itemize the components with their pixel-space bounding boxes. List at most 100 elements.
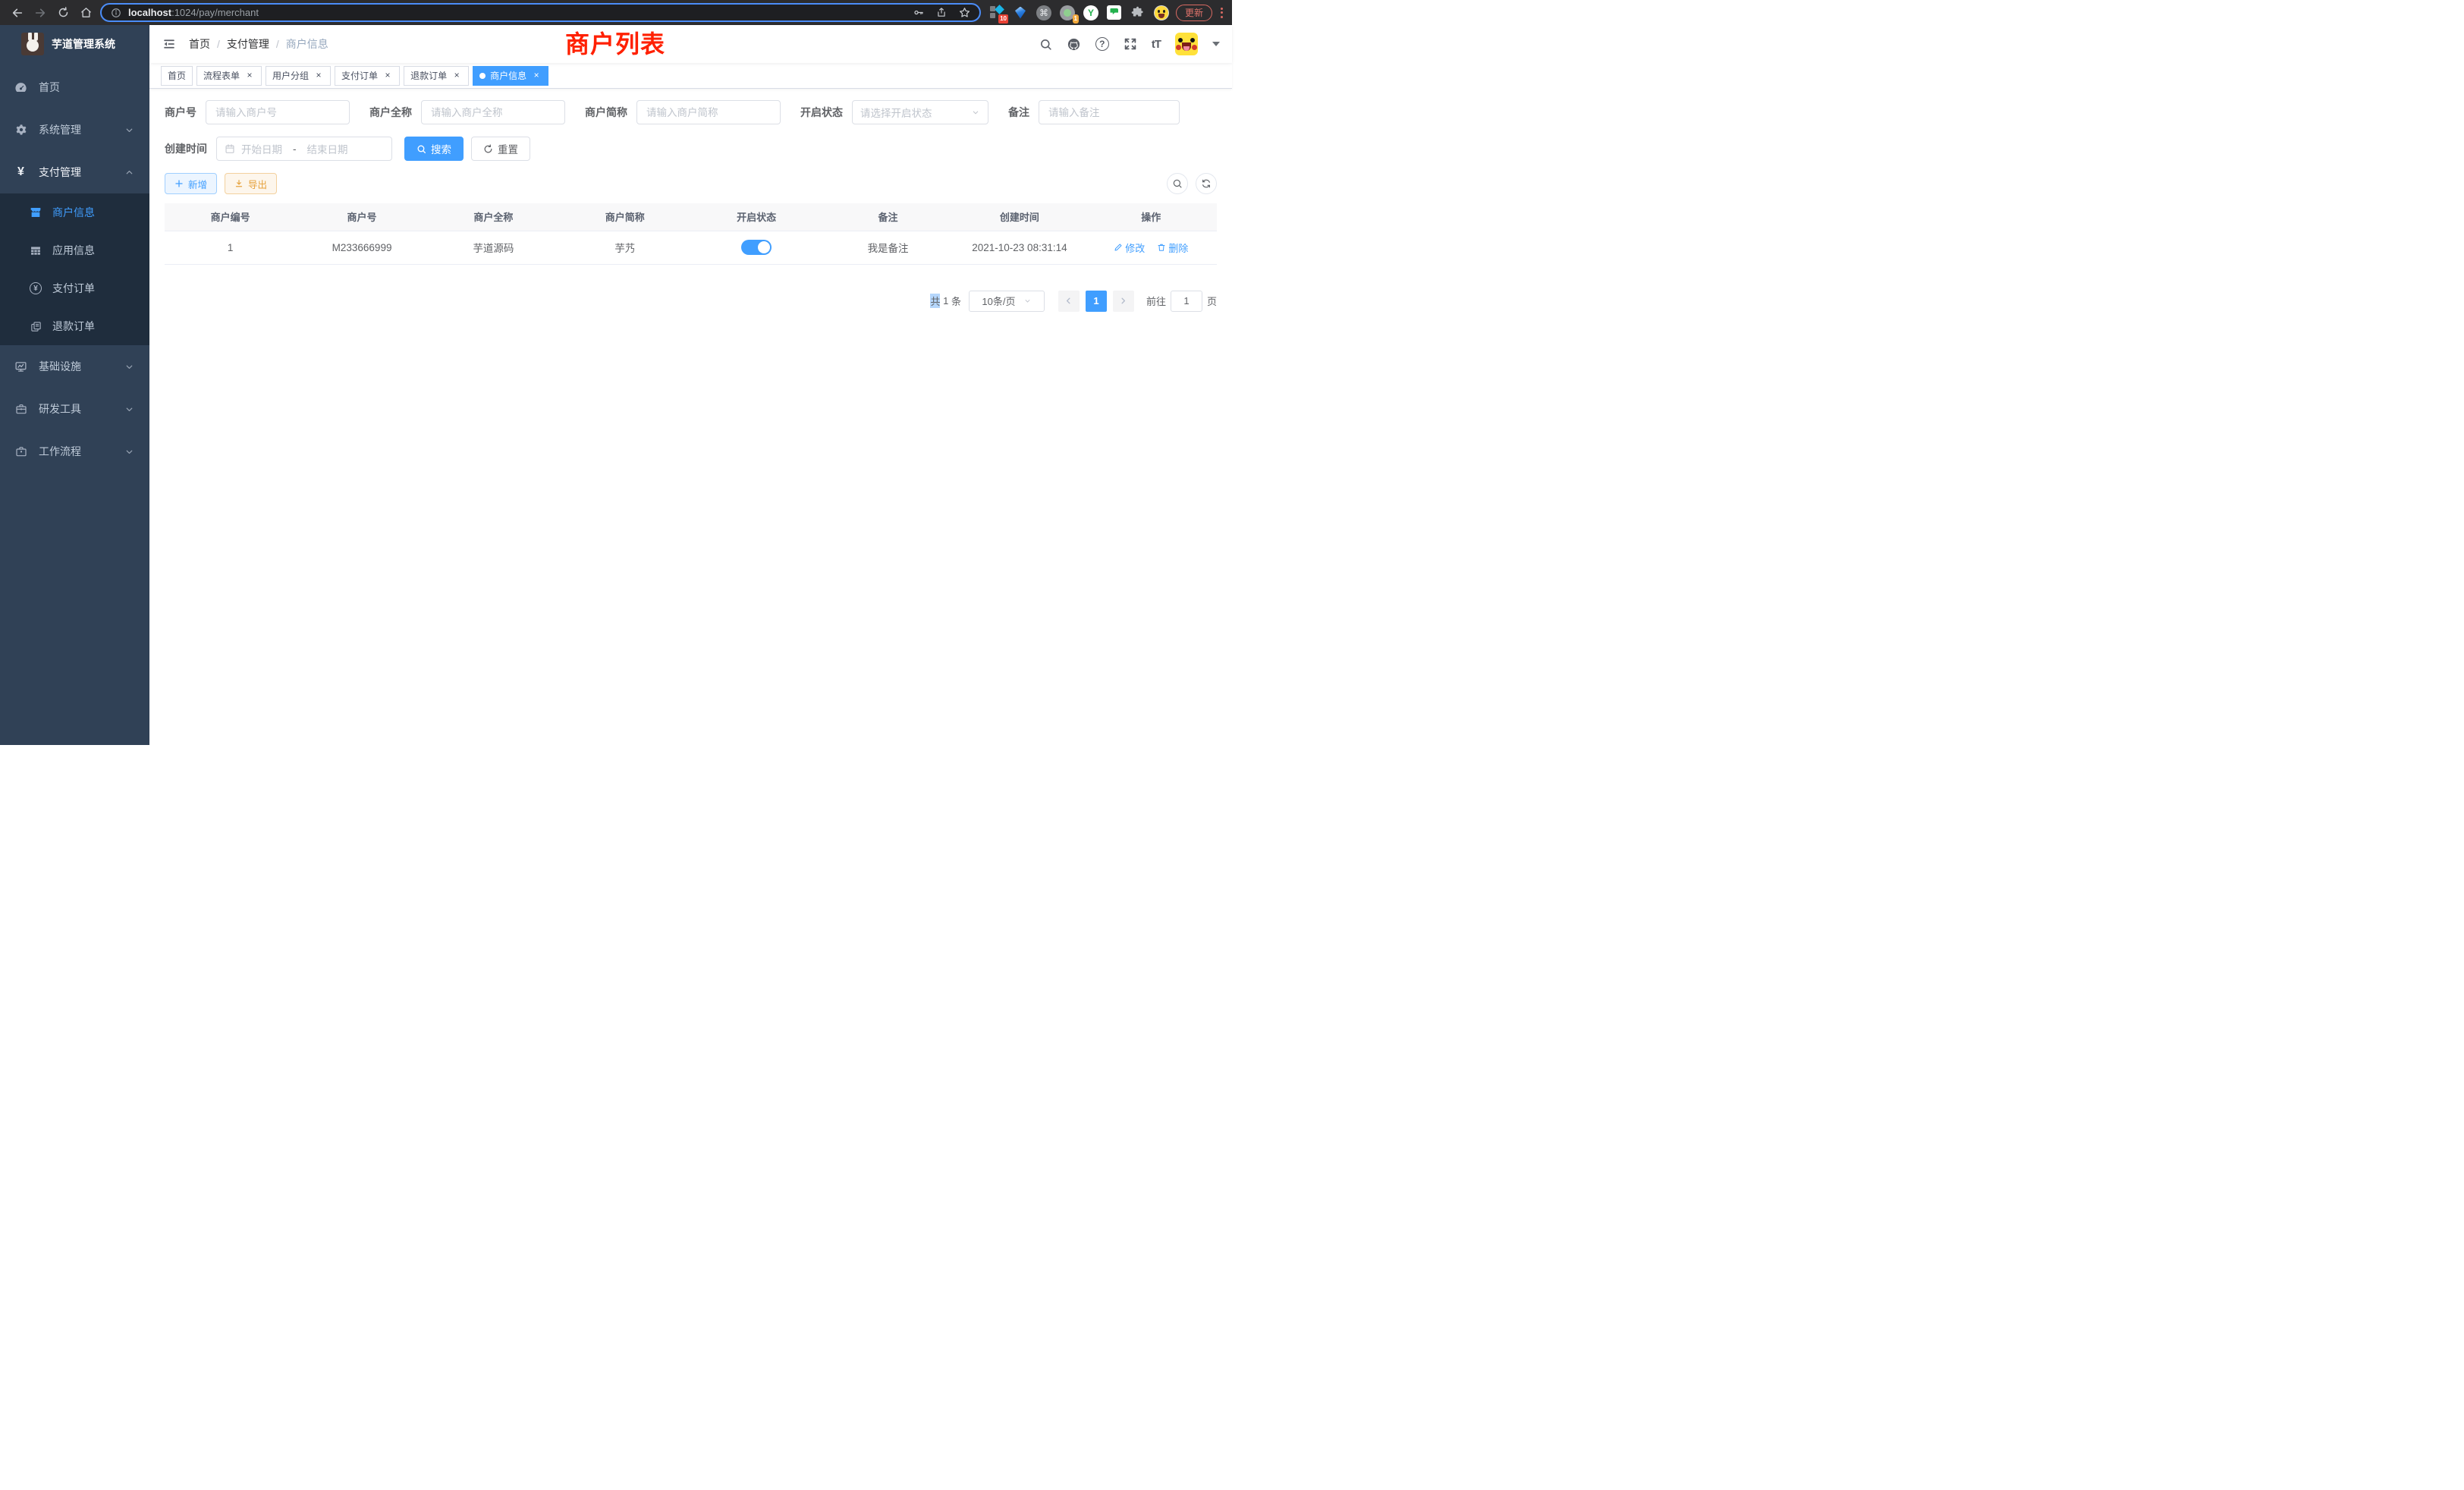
close-icon[interactable]: × <box>531 71 542 81</box>
status-select[interactable]: 请选择开启状态 <box>852 100 988 124</box>
address-bar[interactable]: localhost:1024/pay/merchant <box>100 3 981 22</box>
fullscreen-icon[interactable] <box>1124 37 1137 51</box>
extension-command-icon[interactable]: ⌘ <box>1036 5 1052 21</box>
goto-page-input[interactable] <box>1171 291 1202 312</box>
tab-pay-order[interactable]: 支付订单× <box>335 66 400 86</box>
sidebar-item-refund-order[interactable]: 退款订单 <box>0 307 149 345</box>
date-separator: - <box>288 143 301 155</box>
breadcrumb-pay[interactable]: 支付管理 <box>227 36 269 52</box>
tab-process-form[interactable]: 流程表单× <box>196 66 262 86</box>
sidebar-item-label: 工作流程 <box>39 444 81 459</box>
sidebar-item-app-info[interactable]: 应用信息 <box>0 231 149 269</box>
date-end-placeholder[interactable]: 结束日期 <box>307 141 348 156</box>
delete-link[interactable]: 删除 <box>1157 240 1188 255</box>
extensions-area: 10 ⌘ 1 Y <box>988 5 1170 21</box>
page-size-select[interactable]: 10条/页 <box>969 291 1045 312</box>
date-start-placeholder[interactable]: 开始日期 <box>241 141 282 156</box>
browser-menu-icon[interactable] <box>1218 8 1226 18</box>
full-name-label: 商户全称 <box>369 105 412 120</box>
col-actions: 操作 <box>1086 203 1217 231</box>
header-search-icon[interactable] <box>1039 38 1052 51</box>
sidebar-item-label: 支付管理 <box>39 165 81 180</box>
extension-gem-icon[interactable] <box>1012 5 1029 21</box>
extension-recorder-icon[interactable]: 1 <box>1059 5 1076 21</box>
sidebar-logo[interactable]: 芋道管理系统 <box>0 25 149 63</box>
short-name-label: 商户简称 <box>585 105 627 120</box>
table-row: 1 M233666999 芋道源码 芋艿 我是备注 2021-10-23 08:… <box>165 231 1217 264</box>
breadcrumb-home[interactable]: 首页 <box>189 36 210 52</box>
share-icon[interactable] <box>936 7 947 18</box>
url-host: localhost <box>128 7 171 18</box>
extension-chat-icon[interactable] <box>1106 5 1123 21</box>
close-icon[interactable]: × <box>451 71 462 81</box>
remark-input[interactable] <box>1039 100 1180 124</box>
prev-page-button[interactable] <box>1058 291 1080 312</box>
sidebar-item-merchant-info[interactable]: 商户信息 <box>0 193 149 231</box>
sidebar-item-pay-order[interactable]: ¥ 支付订单 <box>0 269 149 307</box>
chevron-down-icon <box>971 108 980 117</box>
sidebar-item-infra[interactable]: 基础设施 <box>0 345 149 388</box>
sidebar-item-home[interactable]: 首页 <box>0 66 149 108</box>
sidebar-item-system[interactable]: 系统管理 <box>0 108 149 151</box>
dashboard-icon <box>14 81 27 94</box>
add-button[interactable]: 新增 <box>165 173 217 194</box>
merchant-no-input[interactable] <box>206 100 350 124</box>
status-toggle[interactable] <box>741 240 772 255</box>
col-merchant-id: 商户编号 <box>165 203 296 231</box>
close-icon[interactable]: × <box>313 71 324 81</box>
refresh-table-button[interactable] <box>1196 173 1217 194</box>
tab-user-group[interactable]: 用户分组× <box>266 66 331 86</box>
forward-icon[interactable] <box>29 3 52 23</box>
sidebar-item-workflow[interactable]: 工作流程 <box>0 430 149 473</box>
user-avatar[interactable] <box>1175 33 1198 55</box>
full-name-input[interactable] <box>421 100 565 124</box>
active-dot <box>479 73 486 79</box>
close-icon[interactable]: × <box>382 71 393 81</box>
reset-button[interactable]: 重置 <box>471 137 530 161</box>
yen-circle-icon: ¥ <box>30 282 42 294</box>
logo-image <box>21 33 44 55</box>
date-range-picker[interactable]: 开始日期 - 结束日期 <box>216 137 392 161</box>
document-copy-icon <box>30 320 42 332</box>
merchant-table: 商户编号 商户号 商户全称 商户简称 开启状态 备注 创建时间 操作 1 <box>165 203 1217 265</box>
avatar-dropdown-caret[interactable] <box>1212 42 1220 46</box>
extensions-puzzle-icon[interactable] <box>1130 5 1146 21</box>
back-icon[interactable] <box>6 3 29 23</box>
font-size-icon[interactable]: tT <box>1152 38 1161 51</box>
grid-table-icon <box>30 244 42 256</box>
tab-home[interactable]: 首页 <box>161 66 193 86</box>
export-button[interactable]: 导出 <box>225 173 277 194</box>
sidebar-item-pay[interactable]: ¥ 支付管理 <box>0 151 149 193</box>
sidebar-item-label: 研发工具 <box>39 401 81 417</box>
col-short-name: 商户简称 <box>559 203 690 231</box>
help-icon[interactable]: ? <box>1095 37 1109 51</box>
tab-merchant-info[interactable]: 商户信息× <box>473 66 548 86</box>
tags-view-bar: 首页 流程表单× 用户分组× 支付订单× 退款订单× 商户信息× <box>149 63 1232 89</box>
toggle-search-button[interactable] <box>1167 173 1188 194</box>
cell-short-name: 芋艿 <box>559 231 690 264</box>
password-key-icon[interactable] <box>913 7 924 18</box>
bookmark-star-icon[interactable] <box>959 7 970 18</box>
chevron-down-icon <box>1023 297 1032 305</box>
close-icon[interactable]: × <box>244 71 255 81</box>
tab-refund-order[interactable]: 退款订单× <box>404 66 469 86</box>
home-icon[interactable] <box>74 3 97 23</box>
site-info-icon[interactable] <box>111 8 121 18</box>
pagination: 共 1 条 10条/页 1 前往 <box>165 291 1217 312</box>
reload-icon[interactable] <box>52 3 74 23</box>
browser-update-button[interactable]: 更新 <box>1176 5 1212 21</box>
extension-tabs-icon[interactable]: 10 <box>988 5 1005 21</box>
extension-badge: 10 <box>998 14 1008 24</box>
edit-link[interactable]: 修改 <box>1114 240 1145 255</box>
col-create-time: 创建时间 <box>954 203 1085 231</box>
search-button[interactable]: 搜索 <box>404 137 464 161</box>
extension-y-icon[interactable]: Y <box>1083 5 1099 21</box>
profile-smiley-icon[interactable] <box>1153 5 1170 21</box>
sidebar-item-devtools[interactable]: 研发工具 <box>0 388 149 430</box>
github-icon[interactable] <box>1067 37 1081 52</box>
sidebar-collapse-icon[interactable] <box>162 37 177 51</box>
cell-merchant-no: M233666999 <box>296 231 427 264</box>
next-page-button[interactable] <box>1113 291 1134 312</box>
page-number-1[interactable]: 1 <box>1086 291 1107 312</box>
short-name-input[interactable] <box>636 100 781 124</box>
